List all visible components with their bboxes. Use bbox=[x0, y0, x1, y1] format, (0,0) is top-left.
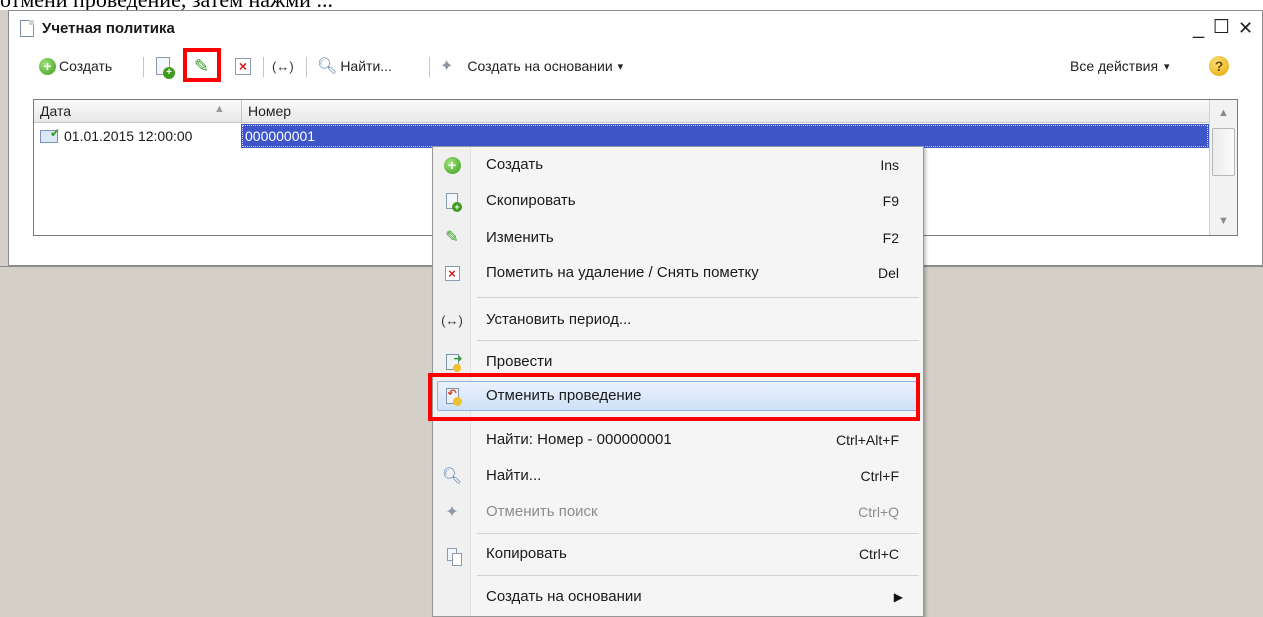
column-header-date[interactable]: Дата bbox=[40, 103, 71, 119]
delete-mark-button[interactable]: × bbox=[235, 54, 251, 78]
create-button[interactable]: + Создать bbox=[39, 54, 112, 78]
close-button[interactable]: ✕ bbox=[1238, 15, 1253, 41]
menu-item-shortcut: Ctrl+Q bbox=[858, 504, 899, 520]
menu-separator bbox=[477, 297, 919, 298]
menu-separator bbox=[477, 575, 919, 576]
cancel-search-icon: ✦ bbox=[445, 504, 459, 521]
scroll-down-icon[interactable]: ▼ bbox=[1210, 208, 1237, 234]
search-icon: 🔍︎ bbox=[317, 58, 338, 75]
create-based-on-button[interactable]: ✦ Создать на основании ▾ bbox=[440, 54, 623, 78]
menu-item-label: Отменить поиск bbox=[486, 503, 598, 520]
menu-separator bbox=[477, 340, 919, 341]
dropdown-arrow-icon: ▾ bbox=[1164, 60, 1170, 73]
menu-item-shortcut: Ctrl+F bbox=[860, 468, 900, 484]
vertical-scrollbar[interactable]: ▲ ▼ bbox=[1209, 100, 1237, 235]
menu-item-shortcut: Ins bbox=[880, 157, 899, 173]
all-actions-label: Все действия bbox=[1070, 58, 1159, 74]
table-header: Дата ▲ Номер bbox=[34, 100, 1209, 123]
delete-mark-icon: × bbox=[443, 264, 461, 282]
menu-item-find[interactable]: 🔍︎ Найти... Ctrl+F bbox=[433, 461, 923, 491]
menu-item-set-period[interactable]: (↔) Установить период... bbox=[433, 305, 923, 335]
menu-separator bbox=[477, 533, 919, 534]
set-period-button[interactable]: (↔) bbox=[272, 54, 294, 78]
menu-item-cancel-search[interactable]: ✦ Отменить поиск Ctrl+Q bbox=[433, 497, 923, 527]
copy-clipboard-icon bbox=[443, 545, 462, 566]
submenu-arrow-icon: ▶ bbox=[893, 590, 903, 604]
menu-item-label: Создать на основании bbox=[486, 588, 642, 605]
posted-document-icon bbox=[40, 126, 60, 143]
menu-item-label: Изменить bbox=[486, 229, 554, 246]
menu-item-label: Создать bbox=[486, 156, 544, 173]
edit-button-highlight bbox=[183, 48, 221, 82]
toolbar-divider bbox=[306, 57, 307, 77]
menu-item-label: Найти: Номер - 000000001 bbox=[486, 431, 672, 448]
window-title: Учетная политика bbox=[42, 20, 175, 37]
find-button[interactable]: 🔍︎ Найти... bbox=[317, 54, 392, 78]
toolbar-divider bbox=[143, 57, 144, 77]
period-icon: (↔) bbox=[441, 312, 463, 328]
delete-mark-icon: × bbox=[235, 57, 251, 75]
menu-item-find-by-number[interactable]: Найти: Номер - 000000001 Ctrl+Alt+F bbox=[433, 425, 923, 455]
post-icon: ➜ bbox=[443, 353, 463, 372]
create-based-on-label: Создать на основании bbox=[467, 58, 613, 74]
menu-item-create[interactable]: + Создать Ins bbox=[433, 150, 923, 180]
minimize-button[interactable]: _ bbox=[1193, 15, 1204, 41]
unpost-highlight-frame bbox=[428, 373, 920, 421]
number-cell[interactable]: 000000001 bbox=[241, 124, 1209, 148]
help-button[interactable]: ? bbox=[1209, 54, 1229, 78]
menu-item-shortcut: Ctrl+C bbox=[858, 546, 899, 562]
menu-item-shortcut: Del bbox=[877, 265, 899, 281]
copy-icon: + bbox=[443, 192, 462, 212]
toolbar-divider bbox=[429, 57, 430, 77]
maximize-button[interactable]: ☐ bbox=[1213, 15, 1230, 41]
date-cell[interactable]: 01.01.2015 12:00:00 bbox=[34, 124, 241, 148]
title-bar: Учетная политика _ ☐ ✕ bbox=[9, 11, 1262, 47]
menu-item-label: Скопировать bbox=[486, 192, 576, 209]
period-icon: (↔) bbox=[272, 58, 294, 74]
menu-item-create-based-on[interactable]: Создать на основании ▶ bbox=[433, 582, 923, 612]
copy-icon: + bbox=[156, 57, 175, 79]
menu-item-label: Пометить на удаление / Снять пометку bbox=[486, 264, 759, 281]
search-icon: 🔍︎ bbox=[441, 468, 463, 485]
date-value: 01.01.2015 12:00:00 bbox=[64, 128, 193, 144]
sort-icon: ▲ bbox=[214, 103, 225, 115]
menu-item-label: Провести bbox=[486, 353, 553, 370]
column-divider[interactable] bbox=[241, 100, 242, 123]
toolbar: + Создать + ✎ × (↔) 🔍︎ Найти... ✦ Создат… bbox=[9, 48, 1262, 83]
all-actions-menu[interactable]: Все действия ▾ bbox=[1070, 54, 1170, 78]
copy-button[interactable]: + bbox=[156, 54, 175, 79]
menu-item-label: Копировать bbox=[486, 545, 567, 562]
create-icon: + bbox=[443, 156, 461, 174]
menu-item-label: Найти... bbox=[486, 467, 542, 484]
find-label: Найти... bbox=[340, 58, 392, 74]
table-row[interactable]: 01.01.2015 12:00:00 000000001 bbox=[34, 124, 1209, 148]
menu-item-edit[interactable]: ✎ Изменить F2 bbox=[433, 223, 923, 253]
column-header-number[interactable]: Номер bbox=[248, 103, 291, 119]
menu-item-shortcut: Ctrl+Alt+F bbox=[835, 432, 899, 448]
menu-item-shortcut: F2 bbox=[882, 230, 899, 246]
menu-item-mark-delete[interactable]: × Пометить на удаление / Снять пометку D… bbox=[433, 258, 923, 288]
menu-item-copy-clipboard[interactable]: Копировать Ctrl+C bbox=[433, 539, 923, 569]
edit-icon: ✎ bbox=[445, 229, 459, 246]
create-based-on-icon: ✦ bbox=[440, 58, 454, 75]
menu-item-copy[interactable]: + Скопировать F9 bbox=[433, 186, 923, 216]
help-icon: ? bbox=[1209, 56, 1229, 76]
scroll-up-icon[interactable]: ▲ bbox=[1210, 100, 1237, 126]
toolbar-divider bbox=[263, 57, 264, 77]
dropdown-arrow-icon: ▾ bbox=[617, 60, 624, 73]
scrollbar-thumb[interactable] bbox=[1212, 128, 1235, 176]
create-label: Создать bbox=[59, 58, 113, 74]
menu-item-shortcut: F9 bbox=[882, 193, 899, 209]
document-icon bbox=[20, 20, 34, 37]
menu-item-label: Установить период... bbox=[486, 311, 632, 328]
document-text: отмени проведение, затем нажми ... bbox=[0, 0, 333, 10]
create-icon: + bbox=[39, 57, 56, 75]
document-text-strip: отмени проведение, затем нажми ... bbox=[0, 0, 1263, 10]
